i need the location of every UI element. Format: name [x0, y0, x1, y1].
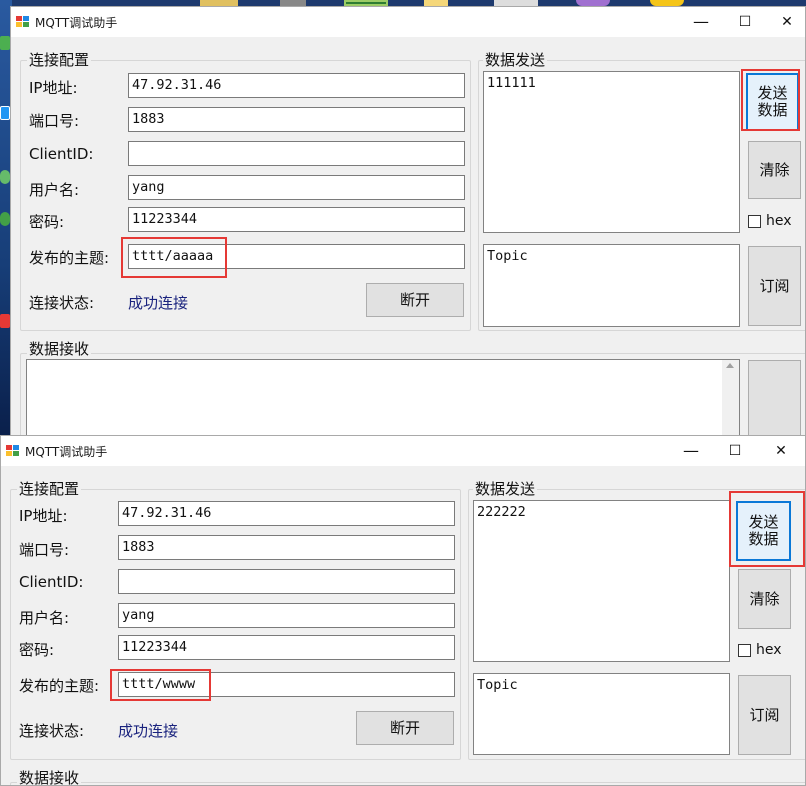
app-icon [6, 445, 20, 457]
username-input[interactable]: yang [118, 603, 455, 628]
password-label: 密码: [29, 213, 65, 231]
minimize-icon[interactable]: — [679, 7, 723, 37]
send-line2: 数据 [748, 530, 779, 548]
desktop-icon [0, 212, 10, 226]
window-title: MQTT调试助手 [25, 445, 108, 459]
password-input[interactable]: 11223344 [128, 207, 465, 232]
publish-topic-input[interactable]: tttt/aaaaa [128, 244, 465, 269]
send-data-button[interactable]: 发送 数据 [736, 501, 791, 561]
maximize-icon[interactable]: ☐ [713, 436, 757, 466]
topic-textarea[interactable]: Topic [473, 673, 730, 755]
data-receive-group [10, 782, 805, 785]
topic-label: 发布的主题: [29, 249, 110, 267]
clear-button[interactable]: 清除 [748, 141, 801, 199]
status-label: 连接状态: [19, 722, 85, 740]
ip-label: IP地址: [29, 79, 78, 97]
send-line1: 发送 [748, 513, 779, 531]
username-input[interactable]: yang [128, 175, 465, 200]
send-line1: 发送 [757, 84, 788, 102]
data-send-legend: 数据发送 [473, 478, 538, 499]
close-icon[interactable]: ✕ [759, 436, 803, 466]
hex-label: hex [756, 642, 782, 658]
status-label: 连接状态: [29, 294, 95, 312]
ip-input[interactable]: 47.92.31.46 [118, 501, 455, 526]
data-send-legend: 数据发送 [483, 49, 548, 70]
publish-topic-input[interactable]: tttt/wwww [118, 672, 455, 697]
port-label: 端口号: [19, 541, 70, 559]
desktop-icon [0, 36, 10, 50]
send-data-button[interactable]: 发送 数据 [746, 73, 799, 131]
title-bar[interactable]: MQTT调试助手 — ☐ ✕ [1, 436, 805, 466]
mqtt-window-2: MQTT调试助手 — ☐ ✕ 连接配置 IP地址: 47.92.31.46 端口… [0, 435, 806, 786]
connection-config-legend: 连接配置 [17, 478, 82, 499]
disconnect-button[interactable]: 断开 [366, 283, 464, 317]
hex-checkbox[interactable] [738, 644, 751, 657]
scroll-up-icon[interactable] [726, 363, 734, 368]
status-value: 成功连接 [128, 294, 189, 312]
send-data-button-label: 发送 数据 [748, 514, 778, 548]
topic-label: 发布的主题: [19, 677, 100, 695]
desktop-icon [0, 170, 10, 184]
data-receive-legend: 数据接收 [27, 338, 92, 359]
connection-config-legend: 连接配置 [27, 49, 92, 70]
ip-label: IP地址: [19, 507, 68, 525]
send-textarea[interactable]: 222222 [473, 500, 730, 662]
port-input[interactable]: 1883 [118, 535, 455, 560]
hex-checkbox[interactable] [748, 215, 761, 228]
clientid-input[interactable] [128, 141, 465, 166]
subscribe-button[interactable]: 订阅 [738, 675, 791, 755]
title-bar[interactable]: MQTT调试助手 — ☐ ✕ [11, 7, 805, 37]
status-value: 成功连接 [118, 722, 179, 740]
send-line2: 数据 [757, 101, 788, 119]
clientid-label: ClientID: [29, 145, 94, 163]
app-icon [16, 16, 30, 28]
desktop: MQTT调试助手 — ☐ ✕ 连接配置 IP地址: 47.92.31.46 端口… [0, 0, 806, 786]
receive-textarea[interactable] [26, 359, 740, 439]
ip-input[interactable]: 47.92.31.46 [128, 73, 465, 98]
hex-label: hex [766, 213, 792, 229]
port-label: 端口号: [29, 112, 80, 130]
desktop-icon [0, 106, 10, 120]
disconnect-button[interactable]: 断开 [356, 711, 454, 745]
data-receive-legend: 数据接收 [17, 767, 82, 786]
clientid-input[interactable] [118, 569, 455, 594]
clientid-label: ClientID: [19, 573, 84, 591]
minimize-icon[interactable]: — [669, 436, 713, 466]
maximize-icon[interactable]: ☐ [723, 7, 767, 37]
password-label: 密码: [19, 641, 55, 659]
send-data-button-label: 发送 数据 [757, 85, 787, 119]
receive-side-button[interactable] [748, 360, 801, 439]
close-icon[interactable]: ✕ [765, 7, 805, 37]
password-input[interactable]: 11223344 [118, 635, 455, 660]
receive-scrollbar[interactable] [722, 360, 739, 439]
desktop-icon [0, 314, 10, 328]
clear-button[interactable]: 清除 [738, 569, 791, 629]
subscribe-button[interactable]: 订阅 [748, 246, 801, 326]
send-textarea[interactable]: 111111 [483, 71, 740, 233]
topic-textarea[interactable]: Topic [483, 244, 740, 327]
window-title: MQTT调试助手 [35, 16, 118, 30]
port-input[interactable]: 1883 [128, 107, 465, 132]
mqtt-window-1: MQTT调试助手 — ☐ ✕ 连接配置 IP地址: 47.92.31.46 端口… [10, 6, 806, 440]
username-label: 用户名: [29, 181, 80, 199]
username-label: 用户名: [19, 609, 70, 627]
